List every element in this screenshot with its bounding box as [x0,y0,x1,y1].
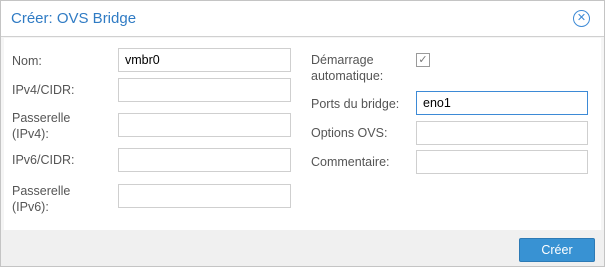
ipv6-cidr-input[interactable] [118,148,291,172]
bridge-ports-label: Ports du bridge: [311,97,400,111]
create-button[interactable]: Créer [519,238,595,262]
ovs-options-label: Options OVS: [311,126,388,140]
ipv6-cidr-label: IPv6/CIDR: [12,153,75,167]
comment-input[interactable] [416,150,588,174]
gateway-ipv4-label: Passerelle (IPv4): [12,111,71,141]
dialog-title: Créer: OVS Bridge [11,10,137,27]
ovs-options-input[interactable] [416,121,588,145]
gateway-ipv6-label: Passerelle (IPv6): [12,184,71,214]
dialog-titlebar: Créer: OVS Bridge ✕ [1,1,604,37]
ipv4-cidr-input[interactable] [118,78,291,102]
gateway-ipv6-input[interactable] [118,184,291,208]
form-panel: Nom: IPv4/CIDR: Passerelle (IPv4): IPv6/… [4,38,601,230]
dialog-footer: Créer [1,230,604,266]
create-ovs-bridge-dialog: Créer: OVS Bridge ✕ Nom: IPv4/CIDR: Pass… [0,0,605,267]
autostart-label: Démarrage automatique: [311,53,384,83]
gateway-ipv4-input[interactable] [118,113,291,137]
name-label: Nom: [12,54,42,68]
name-input[interactable] [118,48,291,72]
close-icon[interactable]: ✕ [573,10,590,27]
bridge-ports-input[interactable] [416,91,588,115]
autostart-checkbox[interactable]: ✓ [416,53,430,67]
comment-label: Commentaire: [311,155,390,169]
ipv4-cidr-label: IPv4/CIDR: [12,83,75,97]
